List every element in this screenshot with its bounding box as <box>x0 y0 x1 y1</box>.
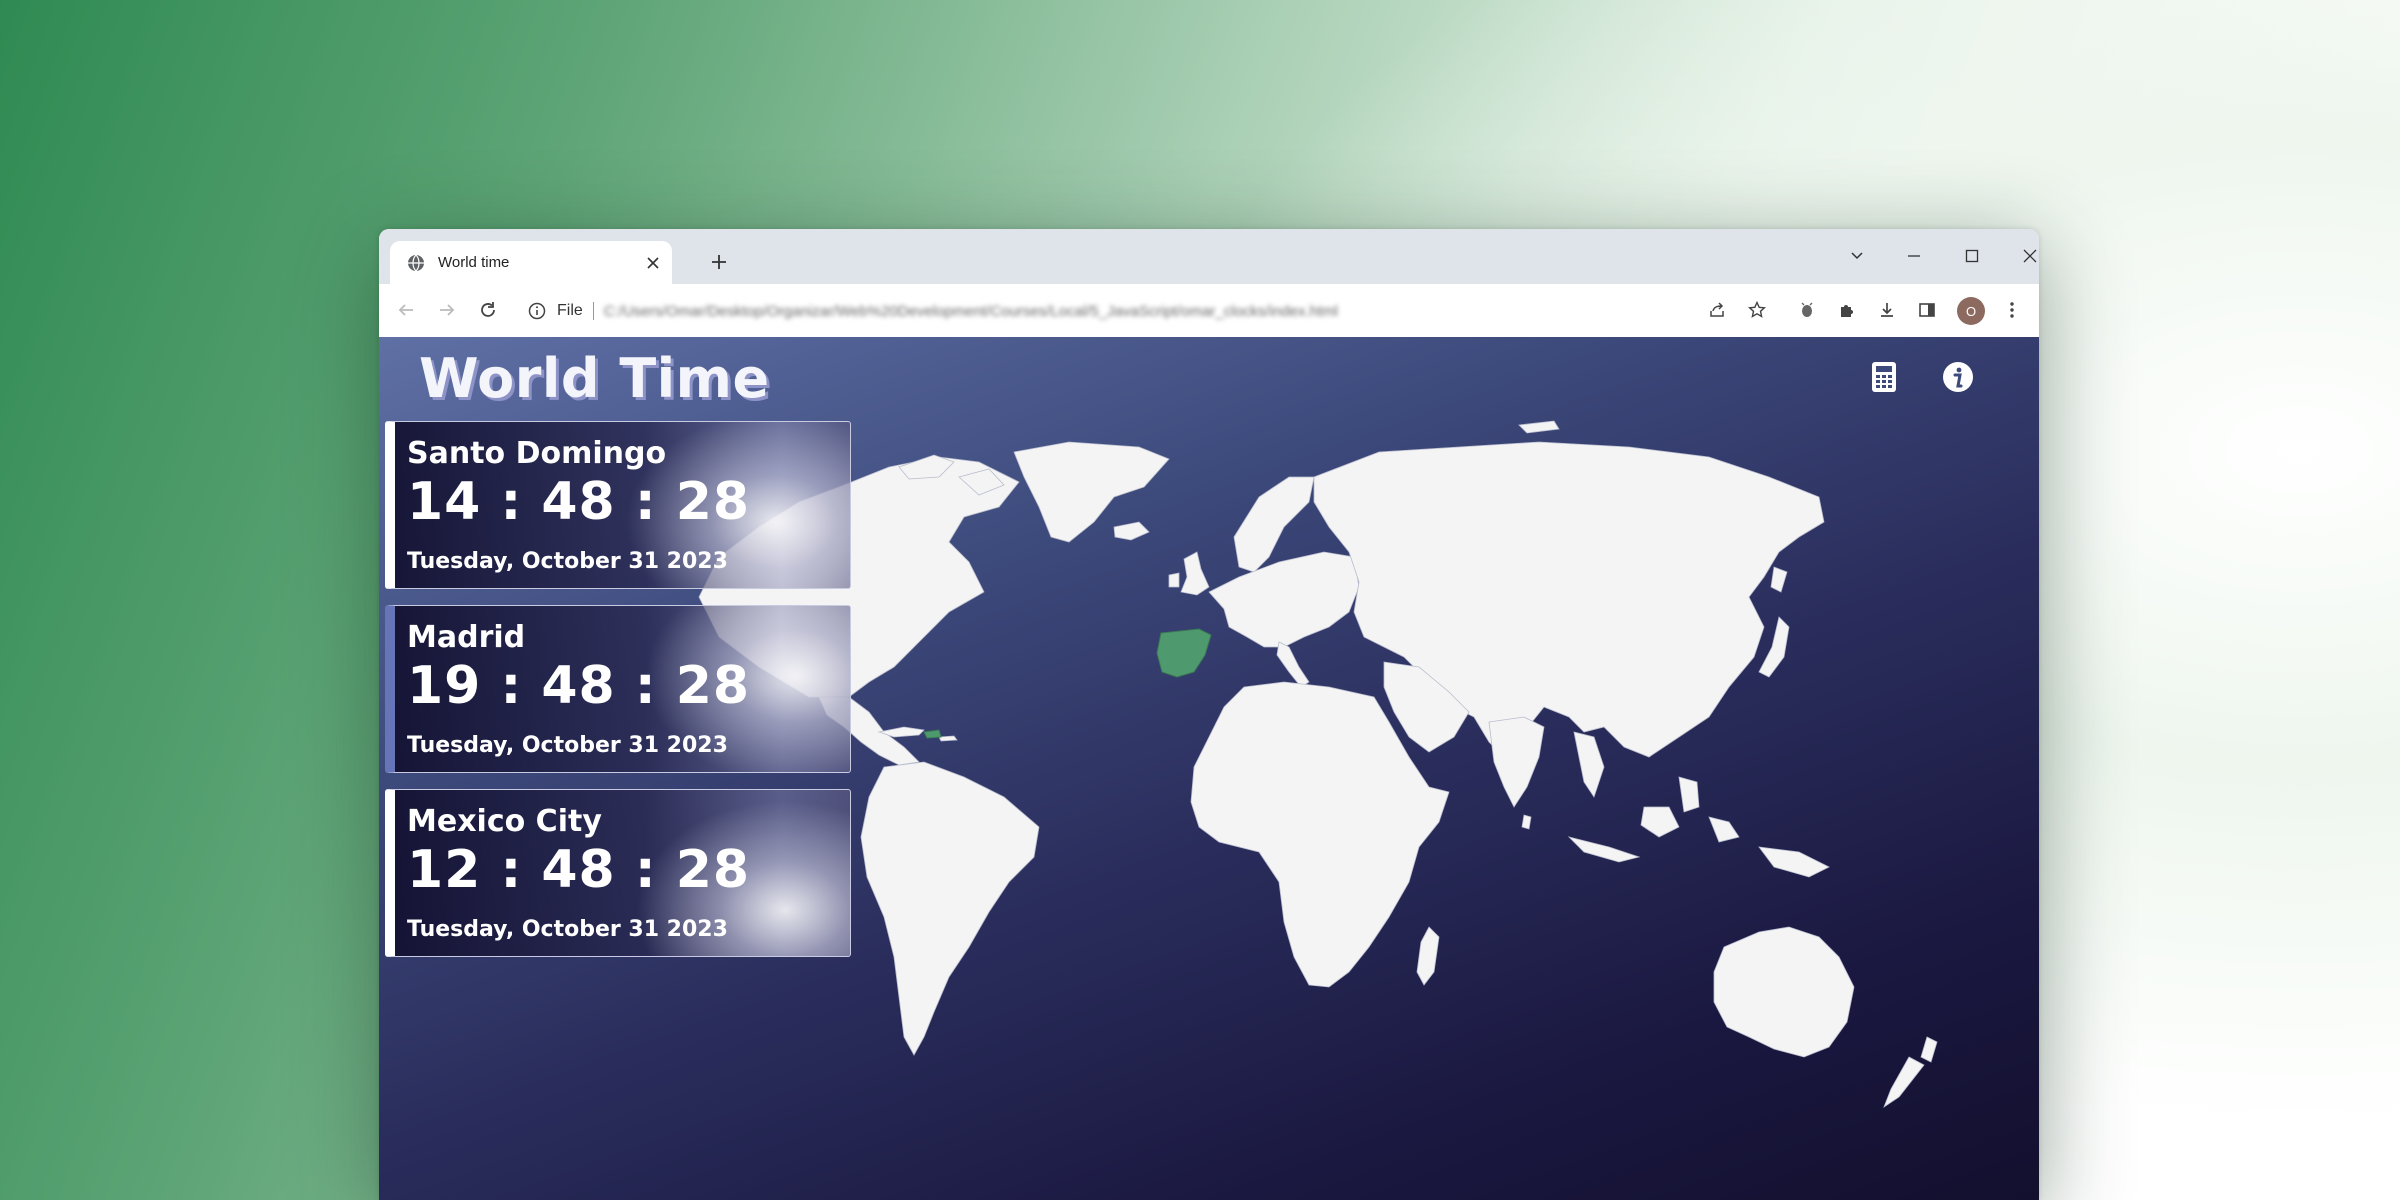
puzzle-icon[interactable] <box>1834 297 1860 323</box>
clock-card-santo-domingo[interactable]: Santo Domingo 14 : 48 : 28 Tuesday, Octo… <box>385 421 851 589</box>
address-separator <box>592 302 594 320</box>
minimize-button[interactable] <box>1893 241 1935 271</box>
clock-date: Tuesday, October 31 2023 <box>407 733 728 758</box>
address-bar[interactable]: File C:/Users/Omar/Desktop/Organizar/Web… <box>519 292 1629 330</box>
window-close-button[interactable] <box>2009 241 2039 271</box>
calculator-icon[interactable] <box>1862 355 1906 399</box>
info-circle-icon[interactable] <box>1936 355 1980 399</box>
map-south-america <box>860 761 1040 1056</box>
side-panel-icon[interactable] <box>1914 297 1940 323</box>
map-europe <box>1208 551 1360 648</box>
map-madagascar <box>1416 926 1440 986</box>
maximize-button[interactable] <box>1951 241 1993 271</box>
clock-time: 19 : 48 : 28 <box>407 656 751 716</box>
star-icon[interactable] <box>1744 297 1770 323</box>
globe-icon <box>406 253 426 273</box>
forward-arrow-icon[interactable] <box>434 297 460 323</box>
reload-icon[interactable] <box>475 297 501 323</box>
clock-date: Tuesday, October 31 2023 <box>407 917 728 942</box>
new-tab-button[interactable] <box>702 245 736 279</box>
clock-city: Madrid <box>407 620 526 655</box>
kebab-menu-icon[interactable] <box>1999 297 2025 323</box>
map-australia <box>1713 926 1855 1058</box>
clock-time: 12 : 48 : 28 <box>407 840 751 900</box>
close-icon[interactable] <box>638 248 668 278</box>
download-icon[interactable] <box>1874 297 1900 323</box>
browser-window: World time File C:/Users/Omar/Desktop/Or… <box>379 229 2039 1200</box>
map-spain-highlight <box>1156 628 1212 678</box>
address-url[interactable]: C:/Users/Omar/Desktop/Organizar/Web%20De… <box>604 303 1338 320</box>
tab-strip: World time <box>379 229 2039 284</box>
clock-city: Santo Domingo <box>407 436 667 471</box>
clock-time: 14 : 48 : 28 <box>407 472 751 532</box>
map-uk <box>1180 551 1210 596</box>
map-greenland <box>1013 441 1170 543</box>
browser-toolbar: File C:/Users/Omar/Desktop/Organizar/Web… <box>379 284 2039 338</box>
clock-date: Tuesday, October 31 2023 <box>407 549 728 574</box>
tab-world-time[interactable]: World time <box>390 241 672 284</box>
extension-icon[interactable] <box>1794 297 1820 323</box>
back-arrow-icon[interactable] <box>393 297 419 323</box>
profile-avatar[interactable]: O <box>1957 297 1985 325</box>
info-icon[interactable] <box>527 301 547 321</box>
map-india <box>1488 716 1545 808</box>
map-asia <box>1313 441 1825 758</box>
world-time-app: World Time Santo Domingo 14 : 48 : 28 Tu… <box>379 337 2039 1200</box>
tab-title: World time <box>438 254 510 271</box>
address-scheme: File <box>557 302 583 319</box>
clock-card-madrid[interactable]: Madrid 19 : 48 : 28 Tuesday, October 31 … <box>385 605 851 773</box>
clock-city: Mexico City <box>407 804 602 839</box>
share-icon[interactable] <box>1704 297 1730 323</box>
clock-card-mexico-city[interactable]: Mexico City 12 : 48 : 28 Tuesday, Octobe… <box>385 789 851 957</box>
tab-search-chevron-icon[interactable] <box>1836 241 1878 271</box>
clock-list: Santo Domingo 14 : 48 : 28 Tuesday, Octo… <box>385 421 851 973</box>
page-title: World Time <box>419 347 770 410</box>
map-dominican-highlight <box>923 729 942 739</box>
